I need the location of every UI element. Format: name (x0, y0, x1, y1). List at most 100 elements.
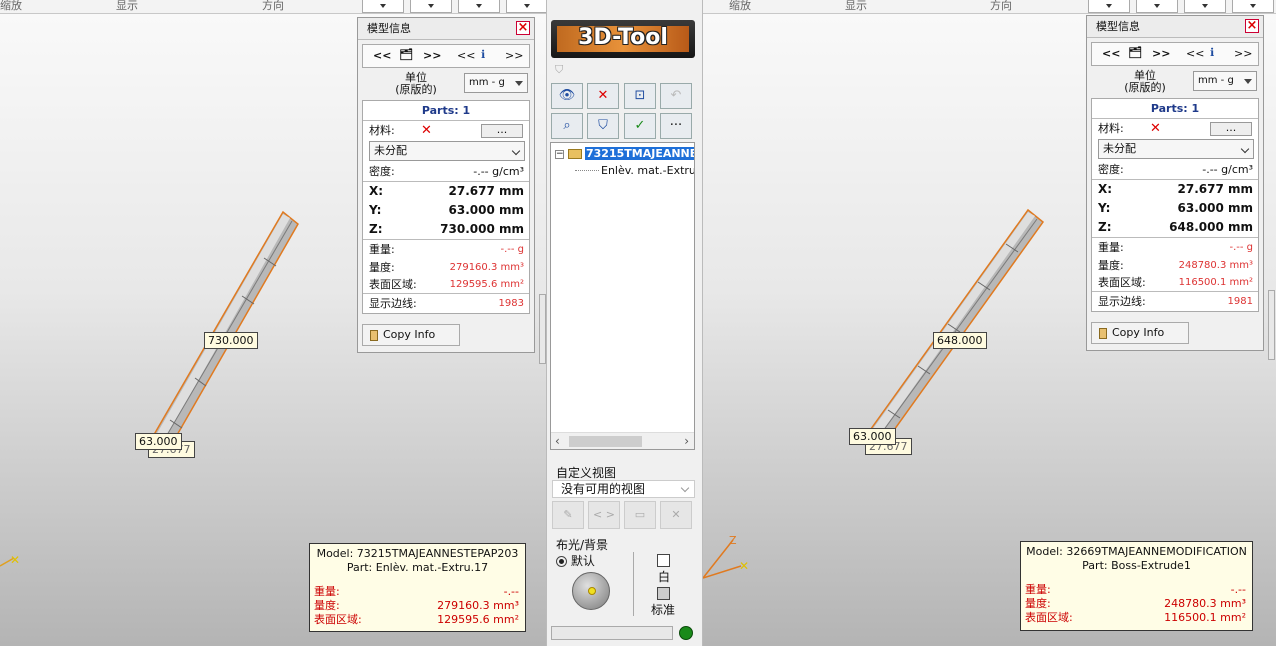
side-panel: 3D-Tool ⛉ 👁 ✕ ⊡ ↶ ⌕ ⛉ ✓ ··· − 73215TMAJEA… (546, 0, 703, 646)
axis-triad-icon: Z ✕ (703, 534, 749, 579)
scroll-thumb[interactable] (569, 436, 642, 447)
parts-count: Parts: 1 (1092, 99, 1258, 119)
view-nav-button[interactable]: < > (588, 501, 620, 529)
prev-info-button[interactable]: << (1186, 47, 1204, 60)
z-value: 648.000 mm (1169, 220, 1253, 234)
info-icon: ℹ (481, 48, 486, 61)
material-label: 材料: (369, 124, 395, 137)
weight-label: 重量: (1098, 241, 1124, 254)
splitter-handle[interactable] (1268, 290, 1275, 360)
area-value: 116500.1 mm² (1178, 277, 1253, 288)
next-part-button[interactable]: >> (1152, 47, 1170, 60)
material-select[interactable]: 未分配 (369, 141, 525, 161)
next-info-button[interactable]: >> (505, 49, 523, 62)
overlay-area-label: 表面区域: (1025, 611, 1073, 624)
overlay-volume-label: 量度: (314, 599, 340, 612)
viewport-right[interactable]: 缩放 显示 方向 648.000 27.677 63.000 Z ✕ 模型信息 … (703, 0, 1276, 646)
tree-node-part[interactable]: Enlèv. mat.-Extru. (601, 164, 694, 177)
add-view-icon[interactable]: ✎ (552, 501, 584, 529)
info-body: Parts: 1 材料: ✕ ... 未分配 密度: -.-- g/cm³ X:… (362, 100, 530, 314)
custom-view-select[interactable]: 没有可用的视图 (552, 480, 695, 498)
collapse-icon[interactable]: − (555, 149, 564, 159)
overlay-area-value: 116500.1 mm² (1164, 611, 1246, 624)
close-icon[interactable]: × (1245, 19, 1259, 33)
y-label: Y: (1098, 201, 1111, 215)
tree-scrollbar[interactable]: ‹ › (551, 432, 694, 449)
show-only-icon[interactable]: ⊡ (624, 83, 656, 109)
dimension-width: 63.000 (135, 433, 182, 450)
next-part-button[interactable]: >> (423, 49, 441, 62)
unit-sublabel: (原版的) (1124, 81, 1166, 94)
tree-filter-icon[interactable]: ⛉ (587, 113, 619, 139)
material-unassigned-icon: ✕ (1150, 121, 1161, 136)
volume-value: 248780.3 mm³ (1178, 260, 1253, 271)
white-bg-checkbox[interactable] (657, 554, 670, 567)
save-view-icon[interactable]: ▭ (624, 501, 656, 529)
y-value: 63.000 mm (448, 203, 525, 217)
model-tree[interactable]: − 73215TMAJEANNES Enlèv. mat.-Extru. ‹ › (550, 142, 695, 450)
info-icon: ℹ (1210, 46, 1215, 59)
model-info-panel: 模型信息 × << 🗂 >> << ℹ >> 单位 (原版的) mm - g P… (357, 17, 535, 353)
overlay-part-name: Part: Boss-Extrude1 (1082, 559, 1191, 572)
info-body: Parts: 1 材料: ✕ ... 未分配 密度: -.-- g/cm³ X:… (1091, 98, 1259, 312)
edges-value: 1983 (498, 298, 524, 309)
area-value: 129595.6 mm² (449, 279, 524, 290)
edges-label: 显示边线: (369, 297, 417, 310)
model-summary-overlay: Model: 73215TMAJEANNESTEPAP203 Part: Enl… (309, 543, 526, 632)
tree-search-icon[interactable]: ⌕ (551, 113, 583, 139)
custom-view-title: 自定义视图 (556, 466, 617, 480)
hide-icon[interactable]: ✕ (587, 83, 619, 109)
overlay-part-name: Part: Enlèv. mat.-Extru.17 (346, 561, 489, 574)
dimension-width: 63.000 (849, 428, 896, 445)
clipboard-icon (370, 330, 378, 341)
show-icon[interactable]: 👁 (551, 83, 583, 109)
overlay-volume-value: 248780.3 mm³ (1164, 597, 1246, 610)
filter-icon[interactable]: ⛉ (555, 63, 563, 77)
unit-select[interactable]: mm - g (464, 73, 528, 93)
x-label: X: (1098, 182, 1113, 196)
more-options-icon[interactable]: ··· (660, 113, 692, 139)
part-navigator: << 🗂 >> << ℹ >> (1091, 42, 1259, 66)
prev-part-button[interactable]: << (373, 49, 391, 62)
z-value: 730.000 mm (440, 222, 524, 236)
delete-view-icon[interactable]: ✕ (660, 501, 692, 529)
material-browse-button[interactable]: ... (1210, 122, 1252, 136)
prev-part-button[interactable]: << (1102, 47, 1120, 60)
standard-bg-checkbox[interactable] (657, 587, 670, 600)
next-info-button[interactable]: >> (1234, 47, 1252, 60)
clipboard-icon (1099, 328, 1107, 339)
splitter-handle[interactable] (539, 294, 546, 364)
edges-value: 1981 (1227, 296, 1253, 307)
logo-text: 3D-Tool (578, 25, 668, 50)
status-indicator (679, 626, 693, 640)
dimension-length: 648.000 (933, 332, 987, 349)
weight-label: 重量: (369, 243, 395, 256)
parts-count: Parts: 1 (363, 101, 529, 121)
tree-check-icon[interactable]: ✓ (624, 113, 656, 139)
prev-info-button[interactable]: << (457, 49, 475, 62)
overlay-weight-value: -.-- (1230, 583, 1246, 596)
material-label: 材料: (1098, 122, 1124, 135)
lighting-group: 默认 白 标准 (552, 552, 695, 620)
overlay-volume-value: 279160.3 mm³ (437, 599, 519, 612)
copy-info-button[interactable]: Copy Info (1091, 322, 1189, 344)
y-label: Y: (369, 203, 382, 217)
tree-node-root[interactable]: − 73215TMAJEANNES (555, 147, 694, 160)
scroll-right-icon[interactable]: › (684, 434, 689, 448)
default-light-radio[interactable] (556, 556, 567, 567)
undo-icon[interactable]: ↶ (660, 83, 692, 109)
viewport-left[interactable]: 缩放 显示 方向 730.000 27.677 63.000 ✕ 模型信息 × … (0, 0, 546, 646)
overlay-model-name: Model: 73215TMAJEANNESTEPAP203 (316, 547, 519, 560)
light-direction-icon[interactable] (572, 572, 610, 610)
unit-select[interactable]: mm - g (1193, 71, 1257, 91)
density-label: 密度: (1098, 163, 1124, 176)
material-browse-button[interactable]: ... (481, 124, 523, 138)
assembly-icon (568, 149, 582, 159)
material-select[interactable]: 未分配 (1098, 139, 1254, 159)
lighting-title: 布光/背景 (556, 538, 609, 552)
progress-bar (551, 626, 673, 640)
close-icon[interactable]: × (516, 21, 530, 35)
part-navigator: << 🗂 >> << ℹ >> (362, 44, 530, 68)
copy-info-button[interactable]: Copy Info (362, 324, 460, 346)
scroll-left-icon[interactable]: ‹ (555, 434, 560, 448)
